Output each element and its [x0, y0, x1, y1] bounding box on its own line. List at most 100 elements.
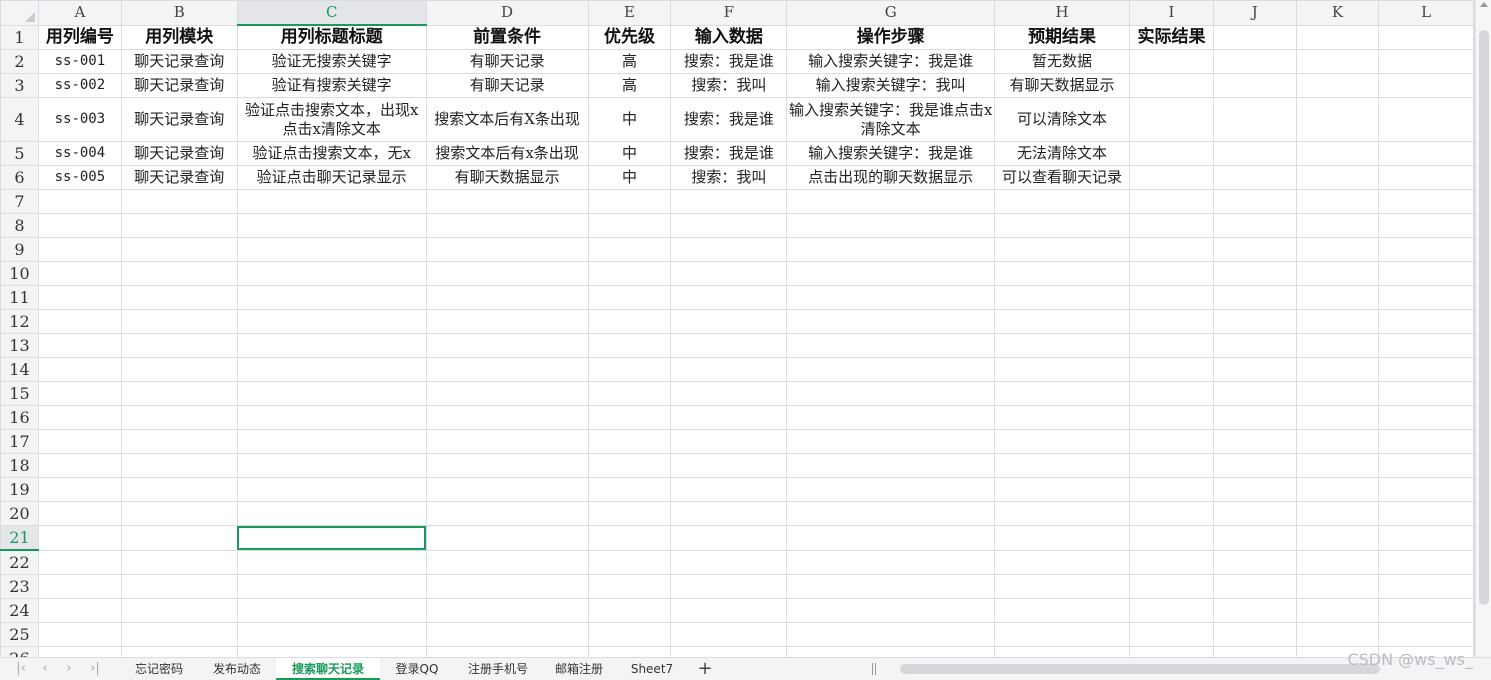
cell-b7[interactable]: [120, 189, 238, 214]
cell-a23[interactable]: [37, 574, 122, 599]
cell-b20[interactable]: [120, 501, 238, 526]
column-header-d[interactable]: D: [425, 0, 589, 26]
cell-h21[interactable]: [994, 525, 1131, 551]
cell-l7[interactable]: [1378, 189, 1474, 214]
cell-f12[interactable]: [670, 309, 788, 334]
cell-j11[interactable]: [1212, 285, 1297, 310]
cell-a5[interactable]: ss-004: [37, 141, 122, 166]
cell-e17[interactable]: [587, 429, 672, 454]
cell-e14[interactable]: [587, 357, 672, 382]
cell-c16[interactable]: [236, 405, 427, 430]
sheet-tab-5[interactable]: 注册手机号: [454, 658, 542, 680]
cell-a25[interactable]: [37, 622, 122, 647]
row-header-21[interactable]: 21: [0, 525, 39, 551]
cell-i25[interactable]: [1129, 622, 1214, 647]
cell-k25[interactable]: [1295, 622, 1380, 647]
row-header-11[interactable]: 11: [0, 285, 39, 310]
cell-i24[interactable]: [1129, 598, 1214, 623]
cell-l16[interactable]: [1378, 405, 1474, 430]
select-all-corner[interactable]: [0, 0, 39, 26]
cell-b21[interactable]: [120, 525, 238, 551]
cell-b13[interactable]: [120, 333, 238, 358]
cell-e24[interactable]: [587, 598, 672, 623]
cell-l1[interactable]: [1378, 24, 1474, 50]
cell-h19[interactable]: [994, 477, 1131, 502]
cell-j1[interactable]: [1212, 24, 1297, 50]
cell-i22[interactable]: [1129, 549, 1214, 575]
cell-j15[interactable]: [1212, 381, 1297, 406]
cell-i15[interactable]: [1129, 381, 1214, 406]
cell-c17[interactable]: [236, 429, 427, 454]
cell-l10[interactable]: [1378, 261, 1474, 286]
cell-c6[interactable]: 验证点击聊天记录显示: [236, 165, 427, 190]
cell-k13[interactable]: [1295, 333, 1380, 358]
cell-e18[interactable]: [587, 453, 672, 478]
cell-l12[interactable]: [1378, 309, 1474, 334]
cell-k12[interactable]: [1295, 309, 1380, 334]
row-header-26[interactable]: 26: [0, 646, 39, 657]
cell-d23[interactable]: [425, 574, 589, 599]
cell-k21[interactable]: [1295, 525, 1380, 551]
cell-j12[interactable]: [1212, 309, 1297, 334]
cell-c25[interactable]: [236, 622, 427, 647]
cell-f20[interactable]: [670, 501, 788, 526]
cell-a15[interactable]: [37, 381, 122, 406]
cell-k14[interactable]: [1295, 357, 1380, 382]
cell-f23[interactable]: [670, 574, 788, 599]
cell-k19[interactable]: [1295, 477, 1380, 502]
cell-j22[interactable]: [1212, 549, 1297, 575]
cell-e2[interactable]: 高: [587, 49, 672, 74]
cell-e22[interactable]: [587, 549, 672, 575]
cell-e23[interactable]: [587, 574, 672, 599]
cell-d2[interactable]: 有聊天记录: [425, 49, 589, 74]
row-header-24[interactable]: 24: [0, 598, 39, 623]
cell-d16[interactable]: [425, 405, 589, 430]
row-header-7[interactable]: 7: [0, 189, 39, 214]
cell-f2[interactable]: 搜索：我是谁: [670, 49, 788, 74]
cell-c3[interactable]: 验证有搜索关键字: [236, 73, 427, 98]
cell-j2[interactable]: [1212, 49, 1297, 74]
cell-a10[interactable]: [37, 261, 122, 286]
cell-a17[interactable]: [37, 429, 122, 454]
cell-k6[interactable]: [1295, 165, 1380, 190]
vertical-scrollbar[interactable]: [1475, 0, 1491, 657]
cell-g17[interactable]: [786, 429, 996, 454]
row-header-13[interactable]: 13: [0, 333, 39, 358]
cell-g14[interactable]: [786, 357, 996, 382]
cell-j9[interactable]: [1212, 237, 1297, 262]
cell-e20[interactable]: [587, 501, 672, 526]
row-header-14[interactable]: 14: [0, 357, 39, 382]
cell-h6[interactable]: 可以查看聊天记录: [994, 165, 1131, 190]
cell-f5[interactable]: 搜索：我是谁: [670, 141, 788, 166]
cell-h8[interactable]: [994, 213, 1131, 238]
row-header-18[interactable]: 18: [0, 453, 39, 478]
cell-e13[interactable]: [587, 333, 672, 358]
cell-l20[interactable]: [1378, 501, 1474, 526]
cell-i26[interactable]: [1129, 646, 1214, 657]
cell-c9[interactable]: [236, 237, 427, 262]
cell-i4[interactable]: [1129, 97, 1214, 142]
cell-c26[interactable]: [236, 646, 427, 657]
row-header-8[interactable]: 8: [0, 213, 39, 238]
cell-c21[interactable]: [236, 525, 427, 551]
cell-d11[interactable]: [425, 285, 589, 310]
cell-h7[interactable]: [994, 189, 1131, 214]
sheet-tab-7[interactable]: Sheet7: [616, 658, 688, 680]
cell-b16[interactable]: [120, 405, 238, 430]
cell-e8[interactable]: [587, 213, 672, 238]
cell-g2[interactable]: 输入搜索关键字：我是谁: [786, 49, 996, 74]
cell-e6[interactable]: 中: [587, 165, 672, 190]
next-sheet-icon[interactable]: ›: [60, 660, 78, 678]
cell-k22[interactable]: [1295, 549, 1380, 575]
row-header-17[interactable]: 17: [0, 429, 39, 454]
cell-h23[interactable]: [994, 574, 1131, 599]
cell-b26[interactable]: [120, 646, 238, 657]
sheet-tab-4[interactable]: 登录QQ: [380, 658, 454, 680]
cell-b19[interactable]: [120, 477, 238, 502]
row-header-1[interactable]: 1: [0, 24, 39, 50]
cell-e7[interactable]: [587, 189, 672, 214]
cell-b3[interactable]: 聊天记录查询: [120, 73, 238, 98]
cell-j26[interactable]: [1212, 646, 1297, 657]
row-header-9[interactable]: 9: [0, 237, 39, 262]
cell-a24[interactable]: [37, 598, 122, 623]
